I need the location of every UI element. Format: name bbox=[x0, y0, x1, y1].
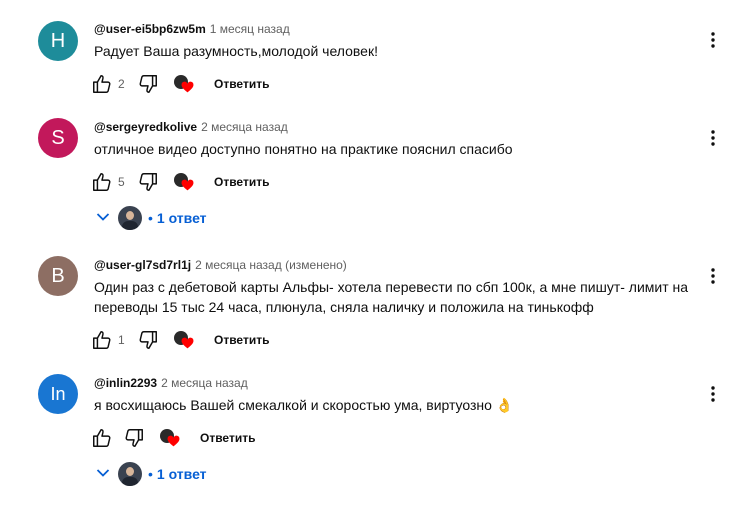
chevron-down-icon[interactable] bbox=[96, 465, 110, 483]
comment-time[interactable]: 2 месяца назад bbox=[201, 120, 288, 134]
comment-time[interactable]: 2 месяца назад bbox=[161, 376, 248, 390]
avatar bbox=[118, 206, 142, 230]
comment-header: @user-ei5bp6zw5m 1 месяц назад bbox=[94, 22, 290, 36]
thumb-down-icon[interactable] bbox=[136, 170, 160, 194]
creator-heart-icon bbox=[174, 171, 196, 193]
comment-text: Один раз с дебетовой карты Альфы- хотела… bbox=[94, 279, 689, 315]
comment-actions: 5 Ответить bbox=[90, 170, 269, 194]
more-vert-icon[interactable] bbox=[701, 264, 725, 288]
comment-text: я восхищаюсь Вашей смекалкой и скоростью… bbox=[94, 397, 514, 413]
comment-header: @sergeyredkolive 2 месяца назад bbox=[94, 120, 288, 134]
reply-button[interactable]: Ответить bbox=[200, 431, 255, 445]
thumb-up-icon[interactable] bbox=[90, 72, 114, 96]
author-name[interactable]: @sergeyredkolive bbox=[94, 120, 197, 134]
more-vert-icon[interactable] bbox=[701, 28, 725, 52]
comment-text: отличное видео доступно понятно на практ… bbox=[94, 141, 513, 157]
reply-button[interactable]: Ответить bbox=[214, 175, 269, 189]
creator-heart-icon bbox=[160, 427, 182, 449]
thumb-up-icon[interactable] bbox=[90, 170, 114, 194]
thumb-up-icon[interactable] bbox=[90, 328, 114, 352]
author-name[interactable]: @inlin2293 bbox=[94, 376, 157, 390]
creator-heart-icon bbox=[174, 329, 196, 351]
like-count: 5 bbox=[118, 175, 125, 189]
author-name[interactable]: @user-ei5bp6zw5m bbox=[94, 22, 206, 36]
thumb-down-icon[interactable] bbox=[136, 328, 160, 352]
chevron-down-icon[interactable] bbox=[96, 209, 110, 227]
like-count: 2 bbox=[118, 77, 125, 91]
replies-count[interactable]: 1 ответ bbox=[157, 466, 207, 482]
like-count: 1 bbox=[118, 333, 125, 347]
comment-actions: Ответить bbox=[90, 426, 255, 450]
author-name[interactable]: @user-gl7sd7rl1j bbox=[94, 258, 191, 272]
thumb-down-icon[interactable] bbox=[122, 426, 146, 450]
replies-count[interactable]: 1 ответ bbox=[157, 210, 207, 226]
replies-toggle[interactable]: • 1 ответ bbox=[96, 205, 207, 231]
creator-heart-icon bbox=[174, 73, 196, 95]
avatar[interactable]: In bbox=[38, 374, 78, 414]
separator-dot: • bbox=[148, 466, 153, 482]
comment-time[interactable]: 2 месяца назад (изменено) bbox=[195, 258, 347, 272]
comment-header: @user-gl7sd7rl1j 2 месяца назад (изменено… bbox=[94, 258, 347, 272]
avatar[interactable]: B bbox=[38, 256, 78, 296]
comment-time[interactable]: 1 месяц назад bbox=[210, 22, 290, 36]
reply-button[interactable]: Ответить bbox=[214, 333, 269, 347]
avatar bbox=[118, 462, 142, 486]
separator-dot: • bbox=[148, 210, 153, 226]
avatar[interactable]: S bbox=[38, 118, 78, 158]
more-vert-icon[interactable] bbox=[701, 126, 725, 150]
comment-header: @inlin2293 2 месяца назад bbox=[94, 376, 248, 390]
thumb-down-icon[interactable] bbox=[136, 72, 160, 96]
more-vert-icon[interactable] bbox=[701, 382, 725, 406]
reply-button[interactable]: Ответить bbox=[214, 77, 269, 91]
comment-actions: 1 Ответить bbox=[90, 328, 269, 352]
replies-toggle[interactable]: • 1 ответ bbox=[96, 461, 207, 487]
avatar[interactable]: H bbox=[38, 21, 78, 61]
comment-text: Радует Ваша разумность,молодой человек! bbox=[94, 43, 378, 59]
thumb-up-icon[interactable] bbox=[90, 426, 114, 450]
comment-actions: 2 Ответить bbox=[90, 72, 269, 96]
